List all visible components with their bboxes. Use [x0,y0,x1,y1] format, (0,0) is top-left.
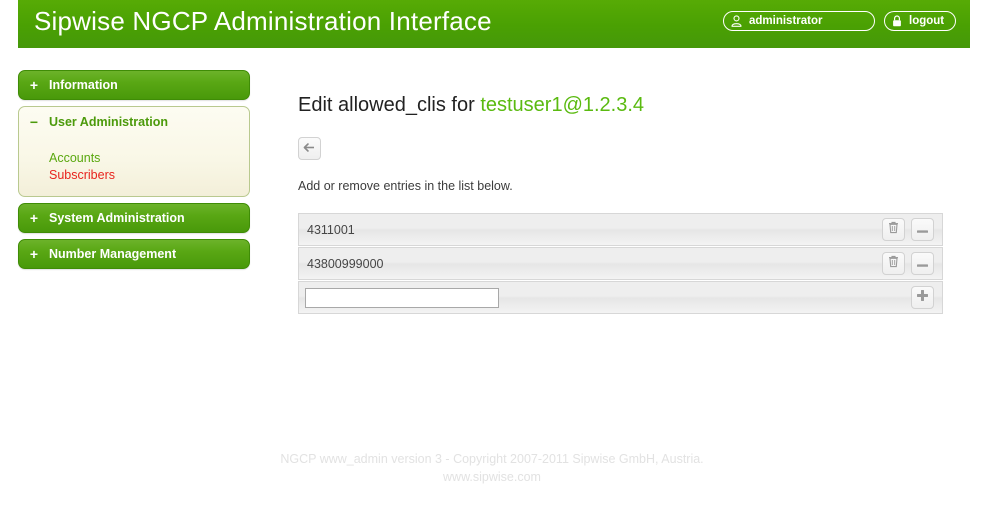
list-item: 43800999000 [298,247,943,280]
sidebar-item-accounts[interactable]: Accounts [49,150,249,167]
expand-plus-icon: + [29,77,39,93]
trash-icon [888,221,899,239]
new-entry-row [298,281,943,314]
page-footer: NGCP www_admin version 3 - Copyright 200… [0,450,984,486]
minus-icon [916,221,929,239]
user-button[interactable]: administrator [723,11,875,31]
entry-value: 43800999000 [307,256,384,271]
logout-button[interactable]: logout [884,11,956,31]
page-title-prefix: Edit allowed_clis for [298,94,481,116]
sidebar-item-subscribers[interactable]: Subscribers [49,167,249,184]
row-actions [882,252,934,275]
page-title: Edit allowed_clis for testuser1@1.2.3.4 [298,92,963,118]
sidebar-item-label: User Administration [49,115,169,129]
remove-entry-button[interactable] [911,252,934,275]
add-entry-button[interactable] [911,286,934,309]
allowed-clis-list: 4311001 43800999000 [298,213,943,314]
entry-value: 4311001 [307,222,355,237]
instruction-text: Add or remove entries in the list below. [298,179,513,193]
sidebar-item-information[interactable]: + Information [18,70,250,100]
delete-entry-button[interactable] [882,218,905,241]
trash-icon [888,255,899,273]
header-actions: administrator logout [723,11,956,31]
sidebar-item-user-administration[interactable]: − User Administration [19,107,249,137]
sidebar-block-user-administration: − User Administration Accounts Subscribe… [18,106,250,197]
expand-plus-icon: + [29,210,39,226]
new-entry-input[interactable] [305,287,499,308]
plus-icon [916,289,929,307]
list-item: 4311001 [298,213,943,246]
sidebar-block-number-management: + Number Management [18,239,250,269]
collapse-minus-icon: − [29,114,39,130]
delete-entry-button[interactable] [882,252,905,275]
back-button[interactable] [298,137,321,160]
sidebar-block-system-administration: + System Administration [18,203,250,233]
remove-entry-button[interactable] [911,218,934,241]
page-title-subject: testuser1@1.2.3.4 [480,94,645,116]
sidebar-item-system-administration[interactable]: + System Administration [18,203,250,233]
sidebar-nav: + Information − User Administration Acco… [18,70,250,275]
sidebar-item-label: System Administration [49,211,185,225]
footer-copyright: NGCP www_admin version 3 - Copyright 200… [280,452,704,466]
minus-icon [916,255,929,273]
sidebar-block-information: + Information [18,70,250,100]
sidebar-item-label: Number Management [49,247,177,261]
app-header: Sipwise NGCP Administration Interface ad… [18,0,970,48]
main-content: Edit allowed_clis for testuser1@1.2.3.4 … [298,92,963,315]
sidebar-item-number-management[interactable]: + Number Management [18,239,250,269]
sidebar-sublist-user-administration: Accounts Subscribers [19,137,249,184]
footer-website: www.sipwise.com [443,470,541,484]
logout-button-label: logout [909,15,945,27]
lock-icon [892,15,902,27]
user-icon [731,15,742,27]
row-actions [882,218,934,241]
app-title: Sipwise NGCP Administration Interface [34,6,492,36]
user-button-label: administrator [749,15,823,27]
sidebar-item-label: Information [49,78,118,92]
row-actions [911,286,934,309]
arrow-left-icon [303,140,316,158]
expand-plus-icon: + [29,246,39,262]
